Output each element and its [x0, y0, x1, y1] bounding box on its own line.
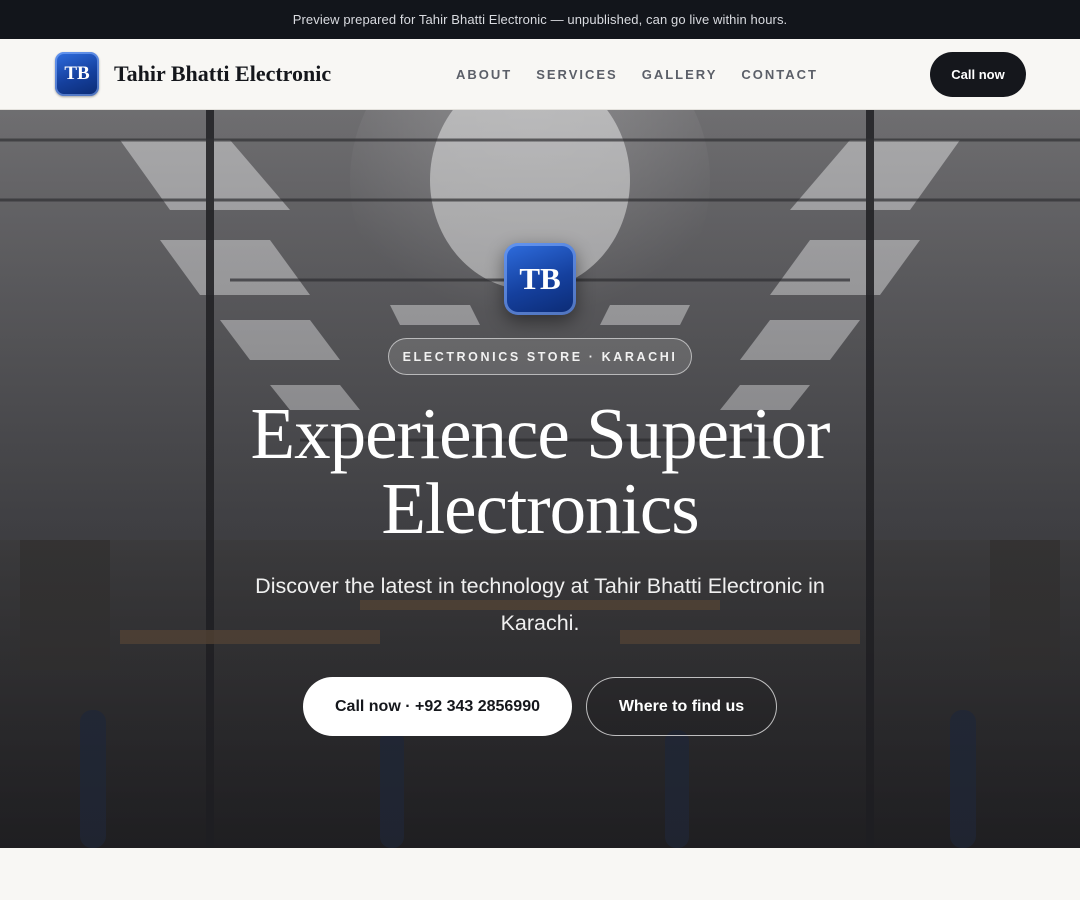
- hero-location-button[interactable]: Where to find us: [586, 677, 777, 736]
- hero-logo-text: TB: [519, 261, 561, 296]
- nav-services[interactable]: SERVICES: [536, 67, 618, 82]
- preview-banner-text: Preview prepared for Tahir Bhatti Electr…: [292, 12, 788, 27]
- header-call-button[interactable]: Call now: [930, 52, 1026, 97]
- nav-about[interactable]: ABOUT: [456, 67, 512, 82]
- brand-name: Tahir Bhatti Electronic: [114, 61, 332, 86]
- hero-subheading: Discover the latest in technology at Tah…: [255, 574, 825, 635]
- brand-logo: TB: [55, 52, 99, 96]
- nav-gallery[interactable]: GALLERY: [642, 67, 718, 82]
- hero-logo: TB: [504, 243, 576, 315]
- hero-headline-line1: Experience Superior: [250, 393, 831, 474]
- main-nav: ABOUT SERVICES GALLERY CONTACT: [456, 39, 842, 109]
- brand-logo-text: TB: [64, 63, 90, 84]
- hero-headline: Experience Superior Electronics: [140, 396, 940, 546]
- hero-headline-line2: Electronics: [381, 468, 699, 549]
- hero-call-button[interactable]: Call now · +92 343 2856990: [303, 677, 572, 736]
- preview-banner: Preview prepared for Tahir Bhatti Electr…: [0, 0, 1080, 39]
- brand-link[interactable]: TB Tahir Bhatti Electronic: [55, 52, 331, 96]
- site-header: TB Tahir Bhatti Electronic ABOUT SERVICE…: [0, 39, 1080, 110]
- nav-contact[interactable]: CONTACT: [741, 67, 818, 82]
- hero-section: TB ELECTRONICS STORE · KARACHI Experienc…: [0, 110, 1080, 848]
- hero-category-tag: ELECTRONICS STORE · KARACHI: [388, 338, 692, 375]
- hero-content: TB ELECTRONICS STORE · KARACHI Experienc…: [0, 110, 1080, 848]
